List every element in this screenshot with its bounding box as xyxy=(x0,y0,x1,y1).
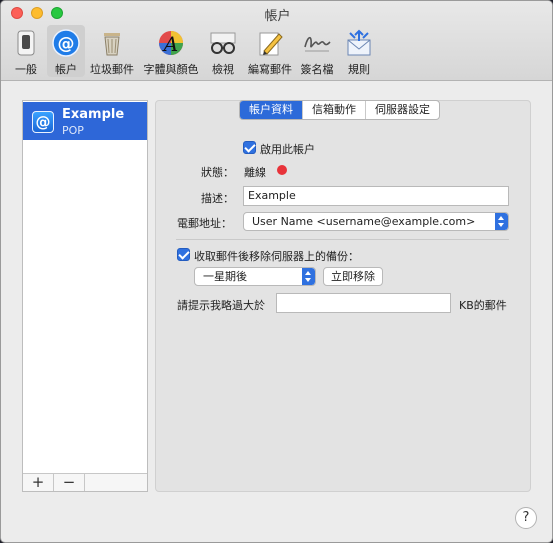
description-label: 描述： xyxy=(201,192,234,205)
remove-period-select[interactable]: 一星期後 xyxy=(194,267,316,286)
titlebar: 帳户 一般 @ 帳户 垃圾郵件 A 字體與顏色 檢視 編寫郵件 簽名檔 規則 xyxy=(1,1,552,81)
remove-after-checkbox[interactable] xyxy=(177,248,190,261)
tab-account-info[interactable]: 帳户資料 xyxy=(240,101,303,119)
account-type: POP xyxy=(62,124,84,137)
toolbar-label: 編寫郵件 xyxy=(248,63,292,76)
toolbar-label: 一般 xyxy=(15,63,37,76)
signature-icon xyxy=(304,36,331,52)
trash-bin-icon xyxy=(104,33,120,56)
toolbar-label: 帳户 xyxy=(55,63,77,76)
email-label: 電郵地址： xyxy=(177,217,232,230)
description-field[interactable]: Example xyxy=(243,186,509,206)
toolbar-viewing[interactable]: 檢視 xyxy=(205,25,241,77)
toolbar-accounts[interactable]: @ 帳户 xyxy=(47,25,85,77)
font-color-icon: A xyxy=(159,31,183,56)
toolbar-general[interactable]: 一般 xyxy=(9,25,43,77)
list-item[interactable]: @ Example POP xyxy=(23,102,147,140)
account-name: Example xyxy=(62,107,125,122)
toolbar-junk[interactable]: 垃圾郵件 xyxy=(87,25,137,77)
status-value: 離線 xyxy=(244,166,266,179)
add-account-button[interactable]: + xyxy=(23,474,54,491)
toolbar-fonts-colors[interactable]: A 字體與顏色 xyxy=(141,25,201,77)
at-sign-icon: @ xyxy=(32,111,54,133)
email-address-value: User Name <username@example.com> xyxy=(252,215,476,228)
svg-text:A: A xyxy=(162,32,178,56)
tab-bar: 帳户資料 信箱動作 伺服器設定 xyxy=(239,100,440,120)
toolbar-composing[interactable]: 編寫郵件 xyxy=(245,25,295,77)
toolbar-label: 垃圾郵件 xyxy=(90,63,134,76)
toolbar-label: 字體與顏色 xyxy=(143,63,199,76)
divider xyxy=(176,239,509,240)
preferences-window: 帳户 一般 @ 帳户 垃圾郵件 A 字體與顏色 檢視 編寫郵件 簽名檔 規則 @… xyxy=(0,0,553,543)
tab-mailbox-behaviors[interactable]: 信箱動作 xyxy=(303,101,366,119)
window-title: 帳户 xyxy=(264,9,291,24)
tab-server-settings[interactable]: 伺服器設定 xyxy=(366,101,439,119)
at-sign-icon: @ xyxy=(52,29,80,57)
remove-account-button[interactable]: − xyxy=(54,474,85,491)
status-offline-indicator xyxy=(277,165,287,175)
status-label: 狀態： xyxy=(201,166,234,179)
remove-period-value: 一星期後 xyxy=(203,270,247,283)
help-button[interactable]: ? xyxy=(515,507,537,529)
toolbar-signatures[interactable]: 簽名檔 xyxy=(297,25,337,77)
glasses-icon xyxy=(210,32,236,54)
enable-account-checkbox[interactable] xyxy=(243,141,256,154)
toolbar-label: 檢視 xyxy=(212,63,234,76)
toolbar-label: 規則 xyxy=(348,63,370,76)
list-controls: + − xyxy=(23,473,147,491)
toolbar-rules[interactable]: 規則 xyxy=(341,25,377,77)
remove-after-label: 收取郵件後移除伺服器上的備份： xyxy=(194,250,359,263)
svg-text:@: @ xyxy=(58,34,75,54)
enable-account-label: 啟用此帳户 xyxy=(260,143,315,156)
chevron-updown-icon xyxy=(302,268,315,285)
toolbar-label: 簽名檔 xyxy=(300,63,334,76)
warn-size-field[interactable] xyxy=(276,293,451,313)
remove-now-button[interactable]: 立即移除 xyxy=(323,267,383,286)
email-address-select[interactable]: User Name <username@example.com> xyxy=(243,212,509,231)
warn-label: 請提示我略過大於 xyxy=(177,299,265,312)
accounts-list[interactable]: @ Example POP + − xyxy=(22,100,148,492)
warn-unit: KB的郵件 xyxy=(459,299,507,312)
chevron-updown-icon xyxy=(495,213,508,230)
general-switch-icon xyxy=(17,30,35,56)
compose-pencil-icon xyxy=(259,32,283,56)
rules-envelope-icon xyxy=(347,29,371,56)
